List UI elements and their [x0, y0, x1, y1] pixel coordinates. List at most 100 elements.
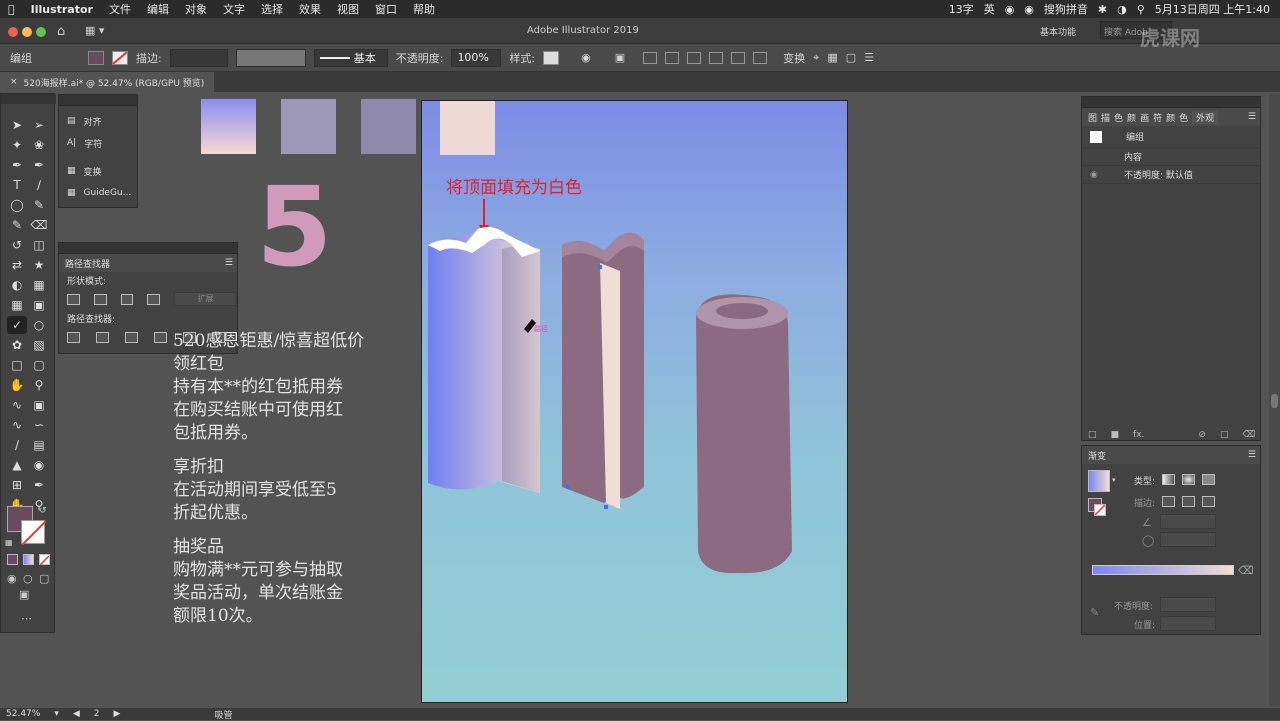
- merge-button[interactable]: [125, 331, 138, 343]
- gradient-angle-field[interactable]: [1160, 514, 1216, 529]
- tab-appearance[interactable]: 外观: [1192, 110, 1219, 124]
- number-zero-body[interactable]: [696, 294, 792, 574]
- panel-menu-icon[interactable]: ☰: [225, 258, 233, 268]
- tab-brushes[interactable]: 画: [1140, 111, 1149, 124]
- exclude-button[interactable]: [147, 293, 161, 305]
- panel-menu-icon[interactable]: ☰: [864, 51, 874, 64]
- number-zero-hole[interactable]: [716, 303, 768, 319]
- maximize-window-button[interactable]: [36, 27, 46, 37]
- home-icon[interactable]: ⌂: [57, 24, 65, 39]
- stroke-along-button[interactable]: [1182, 496, 1195, 507]
- knife-tool-icon[interactable]: ∕: [7, 436, 27, 454]
- stroke-within-button[interactable]: [1162, 496, 1175, 507]
- screen-mode-icon[interactable]: ▣: [19, 588, 29, 601]
- zoom-tool-icon[interactable]: ⚲: [29, 376, 49, 394]
- wifi-icon[interactable]: ◑: [1117, 3, 1127, 16]
- input-lang[interactable]: 英: [984, 1, 995, 17]
- menu-type[interactable]: 文字: [215, 1, 253, 17]
- swatch-sample-2[interactable]: [281, 99, 336, 154]
- appearance-group-row[interactable]: 编组: [1082, 126, 1260, 148]
- align-left-icon[interactable]: [643, 51, 658, 64]
- style-swatch[interactable]: [543, 50, 560, 65]
- artboard-tool-icon[interactable]: □: [7, 356, 27, 374]
- align-top-icon[interactable]: [709, 51, 724, 64]
- minus-front-button[interactable]: [93, 293, 107, 305]
- apple-icon[interactable]: : [0, 3, 23, 16]
- bluetooth-icon[interactable]: ✱: [1098, 3, 1107, 16]
- pen-tool-icon[interactable]: ✒: [7, 156, 27, 174]
- gradient-preview[interactable]: [1088, 470, 1110, 492]
- line-tool-icon[interactable]: ∕: [29, 176, 49, 194]
- ime-label[interactable]: 搜狗拼音: [1044, 1, 1088, 17]
- gradient-opacity-field[interactable]: [1160, 597, 1216, 612]
- blob-brush-tool-icon[interactable]: ✎: [7, 216, 27, 234]
- lasso-tool-icon[interactable]: ❀: [29, 136, 49, 154]
- gradient-tool-icon[interactable]: ▣: [29, 296, 49, 314]
- gradient-stroke-swatch[interactable]: [1094, 504, 1106, 516]
- gradient-mode-icon[interactable]: [23, 554, 34, 565]
- appearance-content-row[interactable]: 内容: [1082, 148, 1260, 166]
- workspace-layout-icon[interactable]: ▦ ▾: [85, 24, 104, 37]
- eyedropper-tool-icon[interactable]: ✓: [7, 316, 27, 334]
- gradient-slider[interactable]: [1092, 565, 1234, 575]
- word-count[interactable]: 13字: [949, 1, 974, 17]
- menu-file[interactable]: 文件: [101, 1, 139, 17]
- divide-button[interactable]: [67, 331, 80, 343]
- artboard[interactable]: 将顶面填充为白色 路径: [421, 100, 848, 703]
- draw-inside-icon[interactable]: ▢: [39, 572, 49, 585]
- gradient-position-field[interactable]: [1160, 616, 1216, 631]
- puppet-icon[interactable]: ▢: [846, 51, 856, 64]
- appearance-opacity-row[interactable]: ◉ 不透明度: 默认值: [1082, 166, 1260, 184]
- vertical-scroll-thumb[interactable]: [1271, 394, 1278, 408]
- stroke-color-indicator[interactable]: [21, 520, 47, 546]
- tab-symbols[interactable]: 符: [1153, 111, 1162, 124]
- clock[interactable]: 5月13日周四 上午1:40: [1155, 1, 1270, 17]
- menu-edit[interactable]: 编辑: [139, 1, 177, 17]
- transform-label[interactable]: 变换: [783, 50, 805, 66]
- stop-eyedropper-icon[interactable]: ✎: [1090, 606, 1099, 619]
- expand-button[interactable]: 扩展: [174, 292, 238, 306]
- align-to-icon[interactable]: ▣: [615, 51, 625, 64]
- unite-button[interactable]: [67, 293, 80, 305]
- zoom-dropdown-icon[interactable]: ▾: [54, 709, 59, 719]
- big-number-5[interactable]: 5: [256, 172, 333, 282]
- direct-selection-tool-icon[interactable]: ➢: [29, 116, 49, 134]
- gradient-aspect-field[interactable]: [1160, 532, 1216, 547]
- align-right-icon[interactable]: [687, 51, 702, 64]
- stroke-swatch[interactable]: [112, 50, 128, 65]
- gradient-preview-dropdown-icon[interactable]: ▾: [1112, 476, 1116, 484]
- trim-button[interactable]: [96, 331, 109, 343]
- opacity-field[interactable]: 100%: [451, 48, 502, 67]
- menu-app-name[interactable]: Illustrator: [23, 3, 101, 16]
- tab-color[interactable]: 色: [1114, 111, 1123, 124]
- slice-tool-icon[interactable]: ▢: [29, 356, 49, 374]
- promo-text-block[interactable]: 520感恩钜惠/惊喜超低价 领红包 持有本**的红包抵用券 在购买结账中可使用红…: [173, 330, 403, 639]
- shape-builder-tool-icon[interactable]: ◐: [7, 276, 27, 294]
- measure-tool-icon[interactable]: ✒: [29, 476, 49, 494]
- stroke-width-field[interactable]: [169, 48, 228, 67]
- gradient-tab[interactable]: 渐变 ☰: [1082, 446, 1260, 464]
- duplicate-item-icon[interactable]: □: [1220, 430, 1229, 440]
- align-panel-button[interactable]: ▤ 对齐: [59, 110, 137, 132]
- close-window-button[interactable]: [8, 27, 18, 37]
- symbol-sprayer-tool-icon[interactable]: ✿: [7, 336, 27, 354]
- align-center-icon[interactable]: [665, 51, 680, 64]
- panel-menu-icon[interactable]: ☰: [1248, 450, 1256, 460]
- crop-tool-icon[interactable]: ⊞: [7, 476, 27, 494]
- puppet-warp-tool-icon[interactable]: ★: [29, 256, 49, 274]
- blend-tool-icon[interactable]: ○: [29, 316, 49, 334]
- number-five-side[interactable]: [502, 243, 540, 493]
- tab-graphic-styles[interactable]: 图: [1088, 111, 1097, 124]
- tab-swatches[interactable]: 颜: [1127, 111, 1136, 124]
- align-middle-icon[interactable]: [731, 51, 746, 64]
- menu-effect[interactable]: 效果: [291, 1, 329, 17]
- tab-stroke[interactable]: 描: [1101, 111, 1110, 124]
- variable-width-field[interactable]: [235, 48, 306, 67]
- transform-panel-button[interactable]: ▦ 变换: [59, 160, 137, 182]
- isolate-icon[interactable]: ▦: [827, 51, 837, 64]
- first-artboard-icon[interactable]: ◀: [73, 709, 80, 719]
- smooth-tool-icon[interactable]: ∽: [29, 416, 49, 434]
- stroke-across-button[interactable]: [1202, 496, 1215, 507]
- width-tool-icon[interactable]: ⇄: [7, 256, 27, 274]
- ellipse-tool-icon[interactable]: ◯: [7, 196, 27, 214]
